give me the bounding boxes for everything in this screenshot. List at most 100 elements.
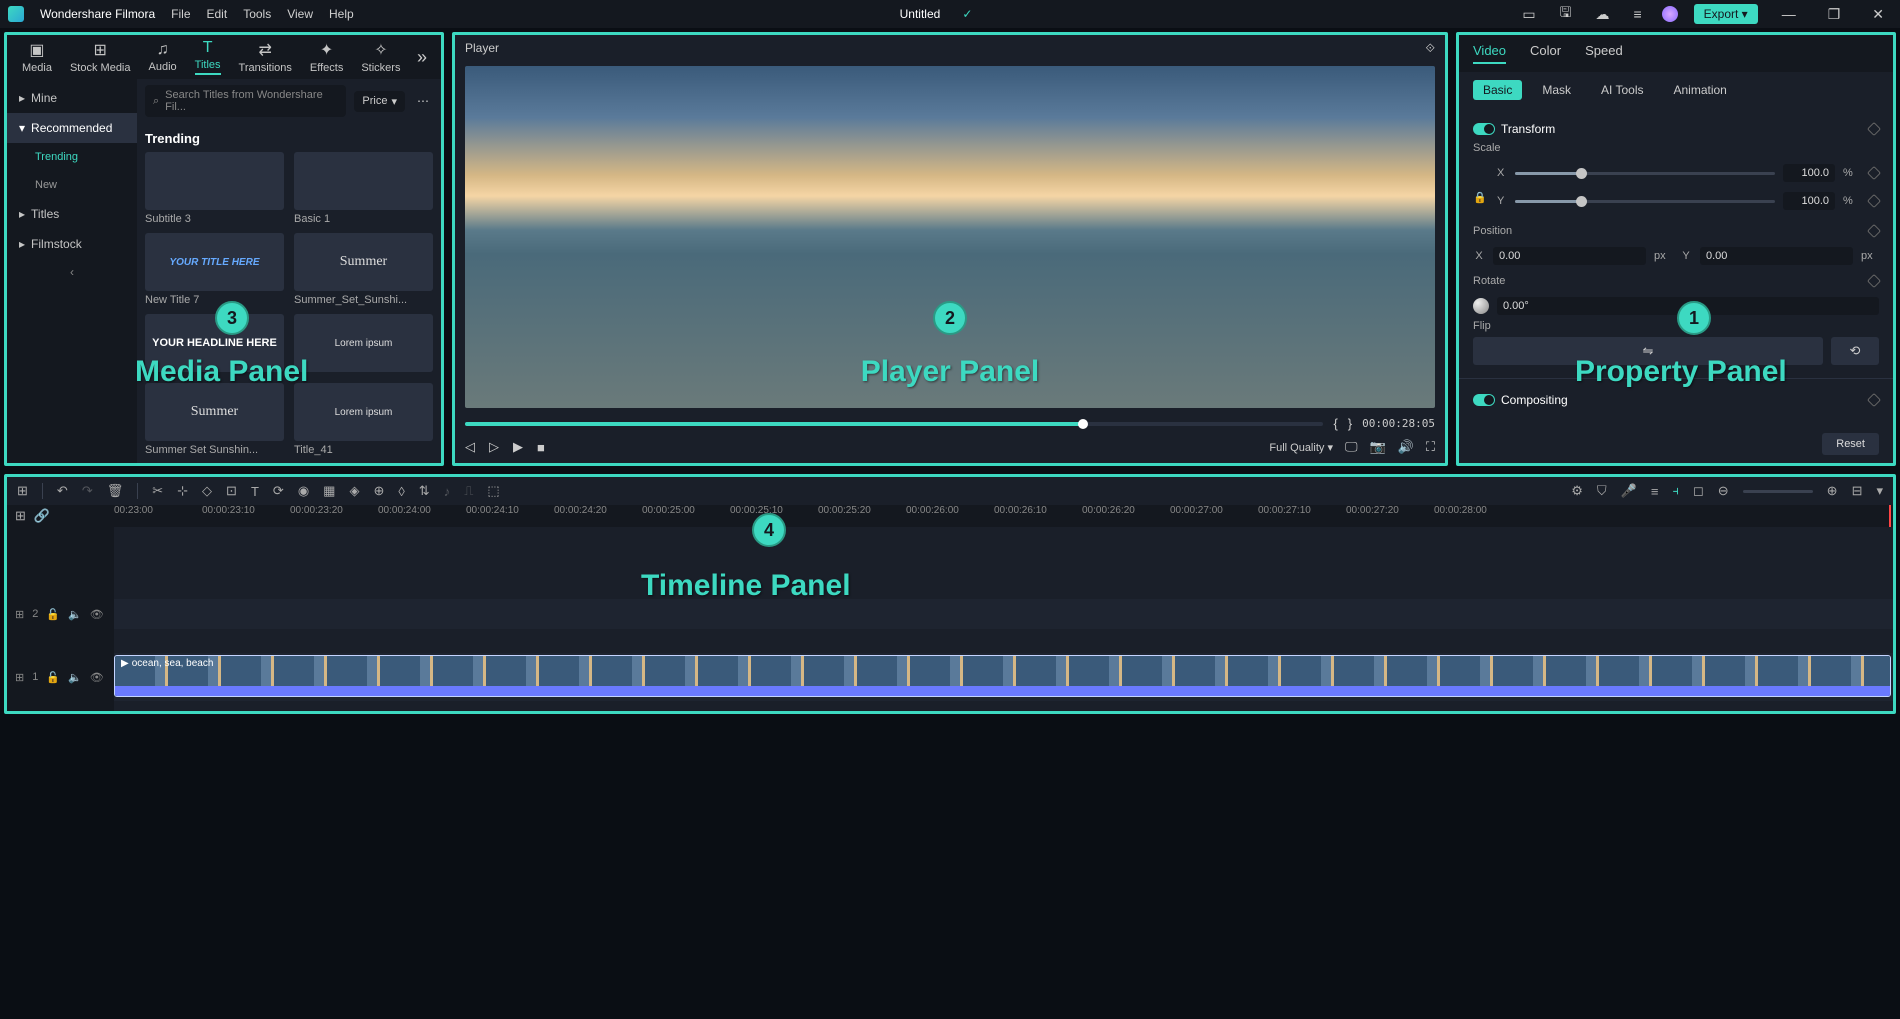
stop-icon[interactable]: ■ (537, 440, 545, 455)
tab-media[interactable]: ▣Media (13, 40, 61, 74)
tl-link-icon[interactable]: 🔗 (34, 508, 50, 524)
rotate-reset-icon[interactable] (1867, 274, 1881, 288)
adjust-icon[interactable]: ⇅ (419, 483, 430, 499)
mark-out-icon[interactable]: } (1348, 416, 1352, 431)
delete-icon[interactable]: 🗑 (107, 483, 124, 499)
thumb-basic-1[interactable]: Basic 1 (294, 152, 433, 225)
compositing-reset-icon[interactable] (1867, 393, 1881, 407)
layout-icon[interactable]: ▭ (1518, 6, 1539, 23)
detach-audio-icon[interactable]: ♪ (444, 484, 451, 499)
sidebar-new[interactable]: New (7, 171, 137, 199)
rotate-knob[interactable] (1473, 298, 1489, 314)
subtab-mask[interactable]: Mask (1532, 80, 1581, 100)
search-input[interactable]: ⌕Search Titles from Wondershare Fil... (145, 85, 346, 117)
mix-icon[interactable]: ⎍ (464, 483, 473, 499)
mute-icon[interactable]: 🔈 (68, 608, 82, 621)
scale-x-slider[interactable] (1515, 172, 1775, 175)
keyframe-icon[interactable]: ◈ (349, 483, 359, 499)
thumb-summer-sunshine[interactable]: SummerSummer_Set_Sunshi... (294, 233, 433, 306)
quality-select[interactable]: Full Quality ▾ (1269, 441, 1333, 454)
flip-vertical-button[interactable]: ⟲ (1831, 337, 1879, 365)
fullscreen-icon[interactable]: ⛶ (1426, 439, 1435, 455)
sidebar-recommended[interactable]: ▾Recommended (7, 113, 137, 143)
crop-icon[interactable]: ⊡ (226, 483, 237, 499)
scale-x-reset-icon[interactable] (1867, 166, 1881, 180)
play-icon[interactable]: ▶ (513, 439, 523, 455)
redo-icon[interactable]: ↷ (82, 483, 93, 499)
sidebar-mine[interactable]: ▸Mine (7, 83, 137, 113)
tag-icon[interactable]: ◇ (202, 483, 212, 499)
marker-icon[interactable]: ◊ (398, 484, 404, 499)
record-icon[interactable]: ⬚ (487, 483, 499, 499)
menu-edit[interactable]: Edit (207, 7, 228, 21)
fit-icon[interactable]: ⊕ (373, 483, 384, 499)
tl-track-add-icon[interactable]: ⊞ (15, 508, 26, 524)
scale-x-value[interactable]: 100.0 (1783, 164, 1835, 182)
subtab-animation[interactable]: Animation (1663, 80, 1736, 100)
cut-icon[interactable]: ✂ (152, 483, 163, 499)
zoom-out-icon[interactable]: ⊖ (1718, 483, 1729, 499)
tl-list-icon[interactable]: ≡ (1651, 484, 1659, 499)
scale-y-value[interactable]: 100.0 (1783, 192, 1835, 210)
player-progress[interactable] (465, 422, 1323, 426)
compositing-toggle[interactable] (1473, 394, 1495, 406)
menu-tools[interactable]: Tools (243, 7, 271, 21)
tab-effects[interactable]: ✦Effects (301, 40, 352, 74)
mute-icon[interactable]: 🔈 (68, 671, 82, 684)
position-x-input[interactable]: 0.00 (1493, 247, 1646, 265)
save-icon[interactable]: 🖫 (1556, 2, 1576, 26)
tl-magnet-icon[interactable]: ⫞ (1672, 483, 1679, 499)
lock-icon[interactable]: 🔓 (46, 608, 60, 621)
lock-icon[interactable]: 🔓 (46, 671, 60, 684)
export-button[interactable]: Export ▾ (1694, 4, 1758, 24)
speed-icon[interactable]: ⟳ (273, 483, 284, 499)
thumb-subtitle-3[interactable]: Subtitle 3 (145, 152, 284, 225)
mark-in-icon[interactable]: { (1333, 416, 1337, 431)
cloud-icon[interactable]: ☁ (1591, 6, 1613, 23)
timeline-ruler[interactable]: 00:23:00 00:00:23:10 00:00:23:20 00:00:2… (114, 505, 1893, 527)
thumb-lorem[interactable]: Lorem ipsum (294, 314, 433, 375)
window-maximize-icon[interactable]: ❐ (1820, 6, 1849, 23)
scale-y-reset-icon[interactable] (1867, 194, 1881, 208)
tab-stock-media[interactable]: ⊞Stock Media (61, 40, 140, 74)
sidebar-back-icon[interactable]: ‹ (70, 265, 74, 279)
tab-audio[interactable]: ♫Audio (140, 41, 186, 73)
snapshot-icon[interactable]: 📷 (1370, 439, 1386, 455)
zoom-in-icon[interactable]: ⊕ (1827, 483, 1838, 499)
eye-icon[interactable]: 👁 (90, 608, 104, 621)
position-reset-icon[interactable] (1867, 224, 1881, 238)
thumb-new-title-7[interactable]: YOUR TITLE HERENew Title 7 (145, 233, 284, 306)
track-head-1[interactable]: ⊞1🔓🔈👁 (7, 653, 114, 701)
color-icon[interactable]: ◉ (298, 483, 309, 499)
sidebar-trending[interactable]: Trending (7, 143, 137, 171)
menu-file[interactable]: File (171, 7, 190, 21)
menu-view[interactable]: View (287, 7, 313, 21)
tl-gear-icon[interactable]: ⚙ (1571, 483, 1583, 499)
tl-menu-icon[interactable]: ▾ (1876, 483, 1883, 499)
snapshot-compare-icon[interactable]: ⟐ (1426, 41, 1435, 56)
zoom-slider[interactable] (1743, 490, 1813, 493)
prop-tab-speed[interactable]: Speed (1585, 43, 1623, 64)
tl-mic-icon[interactable]: 🎤 (1621, 483, 1637, 499)
compositing-header[interactable]: Compositing (1473, 387, 1879, 413)
green-screen-icon[interactable]: ▦ (323, 483, 335, 499)
tabs-overflow-icon[interactable]: » (417, 47, 435, 68)
user-avatar-icon[interactable] (1662, 6, 1678, 22)
hamburger-icon[interactable]: ≡ (1629, 6, 1645, 22)
subtab-basic[interactable]: Basic (1473, 80, 1522, 100)
text-icon[interactable]: T (251, 484, 259, 499)
transform-toggle[interactable] (1473, 123, 1495, 135)
tl-layout-icon[interactable]: ⊞ (17, 483, 28, 499)
split-icon[interactable]: ⊹ (177, 483, 188, 499)
undo-icon[interactable]: ↶ (57, 483, 68, 499)
prop-tab-color[interactable]: Color (1530, 43, 1561, 64)
filter-price[interactable]: Price▾ (354, 91, 405, 112)
menu-help[interactable]: Help (329, 7, 354, 21)
eye-icon[interactable]: 👁 (90, 671, 104, 684)
next-frame-icon[interactable]: ▷ (489, 439, 499, 455)
tab-transitions[interactable]: ⇄Transitions (230, 40, 301, 74)
tab-stickers[interactable]: ✧Stickers (352, 40, 409, 74)
prop-tab-video[interactable]: Video (1473, 43, 1506, 64)
more-options-icon[interactable]: ⋯ (413, 94, 433, 108)
transform-reset-icon[interactable] (1867, 122, 1881, 136)
